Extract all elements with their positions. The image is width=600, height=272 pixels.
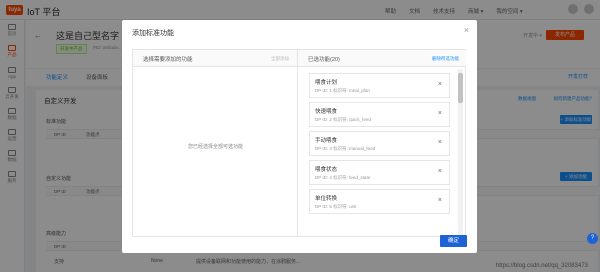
function-meta: DP ID: 2 标识符: quick_feed bbox=[315, 117, 371, 122]
remove-icon[interactable]: × bbox=[438, 139, 442, 146]
function-meta: DP ID: 5 标识符: unit bbox=[315, 204, 357, 209]
add-standard-function-dialog: 添加标准功能 × 选择需要添加的功能 全部添加 您已经选择全部可选功能 已选功能… bbox=[122, 20, 477, 253]
selected-pane-header: 已选功能(20) 删除所选功能 bbox=[298, 50, 466, 67]
scrollbar[interactable] bbox=[458, 69, 463, 235]
function-meta: DP ID: 4 标识符: feed_state bbox=[315, 175, 371, 180]
selected-pane-title: 已选功能(20) bbox=[308, 57, 340, 63]
function-name: 单位转换 bbox=[315, 196, 338, 202]
empty-state-text: 您已经选择全部可选功能 bbox=[187, 144, 243, 150]
list-item: 喂食计划 DP ID: 1 标识符: meal_plan × bbox=[309, 73, 450, 98]
confirm-button[interactable]: 确定 bbox=[440, 235, 467, 247]
list-item: 喂食状态 DP ID: 4 标识符: feed_state × bbox=[309, 160, 450, 185]
scrollbar-thumb[interactable] bbox=[458, 73, 463, 103]
function-name: 手动喂食 bbox=[315, 138, 338, 144]
function-meta: DP ID: 3 标识符: manual_feed bbox=[315, 146, 376, 151]
remove-icon[interactable]: × bbox=[438, 81, 442, 88]
list-item: 快速喂食 DP ID: 2 标识符: quick_feed × bbox=[309, 102, 450, 127]
selected-functions-pane: 已选功能(20) 删除所选功能 喂食计划 DP ID: 1 标识符: meal_… bbox=[298, 50, 466, 236]
help-icon[interactable]: ? bbox=[587, 233, 598, 244]
remove-icon[interactable]: × bbox=[438, 197, 442, 204]
function-meta: DP ID: 1 标识符: meal_plan bbox=[315, 88, 370, 93]
remove-icon[interactable]: × bbox=[438, 168, 442, 175]
add-all-link[interactable]: 全部添加 bbox=[271, 56, 289, 62]
available-pane-header: 选择需要添加的功能 全部添加 bbox=[133, 50, 297, 67]
remove-icon[interactable]: × bbox=[438, 110, 442, 117]
available-functions-pane: 选择需要添加的功能 全部添加 您已经选择全部可选功能 bbox=[133, 50, 298, 236]
available-pane-title: 选择需要添加的功能 bbox=[143, 57, 193, 63]
list-item: 单位转换 DP ID: 5 标识符: unit × bbox=[309, 189, 450, 214]
function-name: 喂食状态 bbox=[315, 167, 338, 173]
close-icon[interactable]: × bbox=[464, 25, 469, 35]
function-name: 喂食计划 bbox=[315, 80, 338, 86]
dialog-transfer: 选择需要添加的功能 全部添加 您已经选择全部可选功能 已选功能(20) 删除所选… bbox=[132, 49, 466, 237]
selected-functions-list[interactable]: 喂食计划 DP ID: 1 标识符: meal_plan × 快速喂食 DP I… bbox=[298, 67, 466, 236]
list-item: 手动喂食 DP ID: 3 标识符: manual_feed × bbox=[309, 131, 450, 156]
dialog-title: 添加标准功能 bbox=[132, 30, 174, 37]
function-name: 快速喂食 bbox=[315, 109, 338, 115]
remove-selected-link[interactable]: 删除所选功能 bbox=[432, 56, 459, 62]
